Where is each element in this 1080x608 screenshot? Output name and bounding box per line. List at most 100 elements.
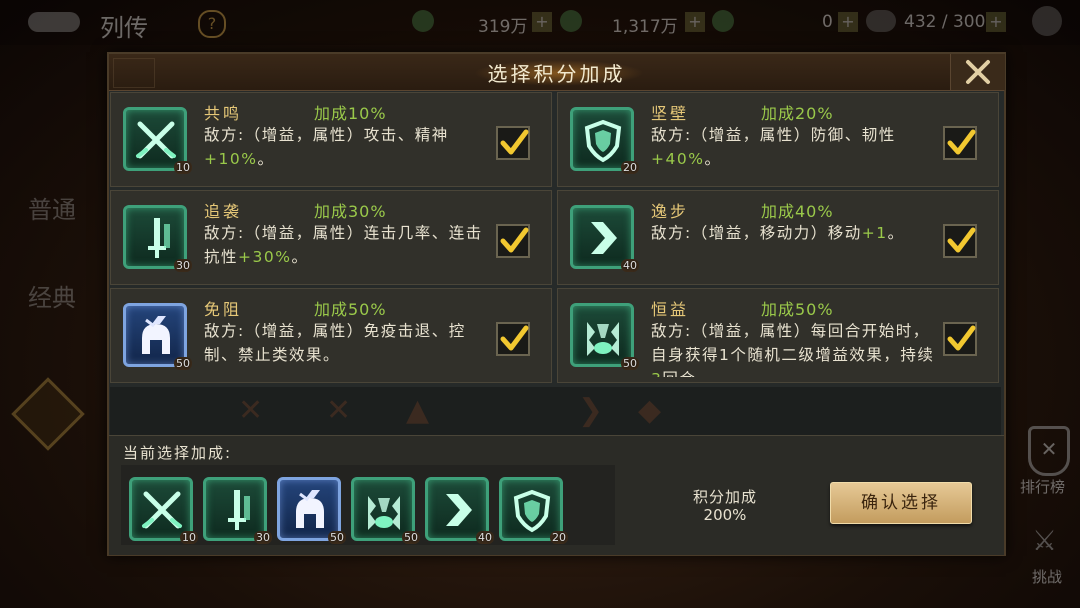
level-badge: 20 bbox=[550, 531, 568, 544]
select-checkbox[interactable] bbox=[943, 224, 977, 258]
level-badge: 10 bbox=[180, 531, 198, 544]
selected-bonus-icon: 30 bbox=[203, 477, 272, 544]
add-silver-button[interactable]: + bbox=[532, 12, 552, 32]
dagger-icon bbox=[148, 218, 170, 258]
bonus-name: 恒益 bbox=[651, 300, 690, 319]
bonus-card[interactable]: 40 逸步 加成40% 敌方:（增益，移动力）移动+1。 bbox=[557, 190, 999, 285]
gold-icon bbox=[560, 10, 582, 32]
bonus-name: 免阻 bbox=[204, 300, 243, 319]
select-checkbox[interactable] bbox=[943, 322, 977, 356]
description-highlight: +1 bbox=[861, 224, 888, 242]
menu-button[interactable] bbox=[1032, 6, 1062, 36]
confirm-selection-button[interactable]: 确认选择 bbox=[830, 482, 972, 524]
stamina-icon bbox=[866, 10, 896, 32]
add-ticket-button[interactable]: + bbox=[838, 12, 858, 32]
bonus-description: 敌方:（增益，属性）免疫击退、控制、禁止类效果。 bbox=[204, 319, 489, 377]
ticket-amount: 0 bbox=[822, 12, 833, 32]
description-text: 。 bbox=[704, 150, 722, 168]
side-tab-classic[interactable]: 经典 bbox=[28, 278, 76, 313]
level-badge: 50 bbox=[328, 531, 346, 544]
aura-icon bbox=[368, 496, 400, 530]
stamina-amount: 432 / 300 bbox=[904, 12, 986, 32]
rank-shield-icon[interactable]: ✕ bbox=[1028, 426, 1070, 476]
add-gold-button[interactable]: + bbox=[685, 12, 705, 32]
description-highlight: +40% bbox=[651, 150, 705, 168]
back-button[interactable] bbox=[28, 12, 80, 32]
select-checkbox[interactable] bbox=[496, 322, 530, 356]
side-tab-normal[interactable]: 普通 bbox=[28, 190, 76, 225]
arrow-icon bbox=[446, 494, 472, 526]
selection-summary-panel: 当前选择加成: 10 30 50 50 40 20 积分加成 200% 确认选择 bbox=[109, 435, 1004, 555]
scroll-preview-row: ✕ ✕ ▲ ❯ ◆ bbox=[110, 387, 1001, 435]
bonus-percent: 加成30% bbox=[314, 202, 387, 221]
level-badge: 50 bbox=[402, 531, 420, 544]
select-checkbox[interactable] bbox=[943, 126, 977, 160]
level-badge: 30 bbox=[174, 259, 192, 272]
rank-label[interactable]: 排行榜 bbox=[1020, 476, 1065, 497]
left-side-menu: 普通 经典 bbox=[0, 160, 100, 460]
mode-diamond-icon[interactable] bbox=[11, 377, 85, 451]
checkmark-icon bbox=[947, 129, 976, 155]
description-highlight: 3 bbox=[651, 370, 662, 377]
bonus-icon: 30 bbox=[123, 205, 192, 272]
bonus-description: 敌方:（增益，属性）每回合开始时，自身获得1个随机二级增益效果，持续 3回合 bbox=[651, 319, 936, 377]
close-icon[interactable] bbox=[964, 58, 992, 86]
bonus-icon: 50 bbox=[123, 303, 192, 370]
bonus-name: 共鸣 bbox=[204, 104, 243, 123]
page-title: 列传 bbox=[100, 14, 148, 42]
battle-swords-icon[interactable]: ⚔ bbox=[1032, 524, 1057, 557]
selected-bonus-icon: 40 bbox=[425, 477, 494, 544]
bonus-card[interactable]: 50 免阻 加成50% 敌方:（增益，属性）免疫击退、控制、禁止类效果。 bbox=[110, 288, 552, 383]
bonus-description: 敌方:（增益，属性）防御、韧性 +40%。 bbox=[651, 123, 936, 181]
description-text: 敌方:（增益，属性）免疫击退、控制、禁止类效果。 bbox=[204, 322, 466, 364]
level-badge: 50 bbox=[174, 357, 192, 370]
gold-amount: 1,317万 bbox=[612, 17, 678, 37]
level-badge: 10 bbox=[174, 161, 192, 174]
selected-bonus-icon: 20 bbox=[499, 477, 568, 544]
top-hud: 列传 ? 319万 + 1,317万 + 0 + 432 / 300 + bbox=[0, 0, 1080, 45]
bonus-percent: 加成10% bbox=[314, 104, 387, 123]
description-text: 敌方:（增益，属性）防御、韧性 bbox=[651, 126, 896, 144]
bonus-name: 逸步 bbox=[651, 202, 690, 221]
silver-icon bbox=[412, 10, 434, 32]
close-button[interactable] bbox=[950, 54, 1005, 90]
help-icon[interactable]: ? bbox=[198, 10, 226, 38]
add-stamina-button[interactable]: + bbox=[986, 12, 1006, 32]
total-bonus-label: 积分加成 bbox=[692, 488, 757, 506]
aura-icon bbox=[587, 322, 619, 356]
bonus-card[interactable]: 50 恒益 加成50% 敌方:（增益，属性）每回合开始时，自身获得1个随机二级增益效果… bbox=[557, 288, 999, 383]
jade-icon bbox=[712, 10, 734, 32]
checkmark-icon bbox=[947, 227, 976, 253]
bonus-icon: 20 bbox=[570, 107, 639, 174]
bonus-card[interactable]: 20 坚壁 加成20% 敌方:（增益，属性）防御、韧性 +40%。 bbox=[557, 92, 999, 187]
total-bonus-value: 200% bbox=[703, 506, 747, 524]
checkmark-icon bbox=[500, 227, 529, 253]
bonus-description: 敌方:（增益，移动力）移动+1。 bbox=[651, 221, 936, 279]
dialog-titlebar: 选择积分加成 bbox=[109, 54, 1005, 91]
silver-amount: 319万 bbox=[478, 17, 528, 37]
helmet-icon bbox=[140, 314, 172, 356]
bonus-description: 敌方:（增益，属性）攻击、精神 +10%。 bbox=[204, 123, 489, 181]
checkmark-icon bbox=[500, 129, 529, 155]
checkmark-icon bbox=[500, 325, 529, 351]
description-text: 回合 bbox=[662, 370, 696, 377]
bonus-card[interactable]: 30 追袭 加成30% 敌方:（增益，属性）连击几率、连击抗性+30%。 bbox=[110, 190, 552, 285]
helmet-icon bbox=[294, 488, 326, 530]
selected-bonus-icon: 50 bbox=[277, 477, 346, 544]
level-badge: 40 bbox=[476, 531, 494, 544]
bonus-card[interactable]: 10 共鸣 加成10% 敌方:（增益，属性）攻击、精神 +10%。 bbox=[110, 92, 552, 187]
description-text: 。 bbox=[257, 150, 275, 168]
bonus-percent: 加成40% bbox=[761, 202, 834, 221]
bonus-percent: 加成20% bbox=[761, 104, 834, 123]
battle-label[interactable]: 挑战 bbox=[1032, 566, 1062, 587]
bonus-icon: 50 bbox=[570, 303, 639, 370]
select-checkbox[interactable] bbox=[496, 224, 530, 258]
level-badge: 20 bbox=[621, 161, 639, 174]
bonus-percent: 加成50% bbox=[761, 300, 834, 319]
description-text: 。 bbox=[291, 248, 309, 266]
select-checkbox[interactable] bbox=[496, 126, 530, 160]
bonus-description: 敌方:（增益，属性）连击几率、连击抗性+30%。 bbox=[204, 221, 489, 279]
bonus-select-dialog: 选择积分加成 10 共鸣 加成10% 敌方:（增益，属性）攻击、精神+10%。 20 坚壁… bbox=[107, 52, 1006, 556]
selected-bonus-icon: 50 bbox=[351, 477, 420, 544]
shield-icon bbox=[585, 120, 621, 162]
